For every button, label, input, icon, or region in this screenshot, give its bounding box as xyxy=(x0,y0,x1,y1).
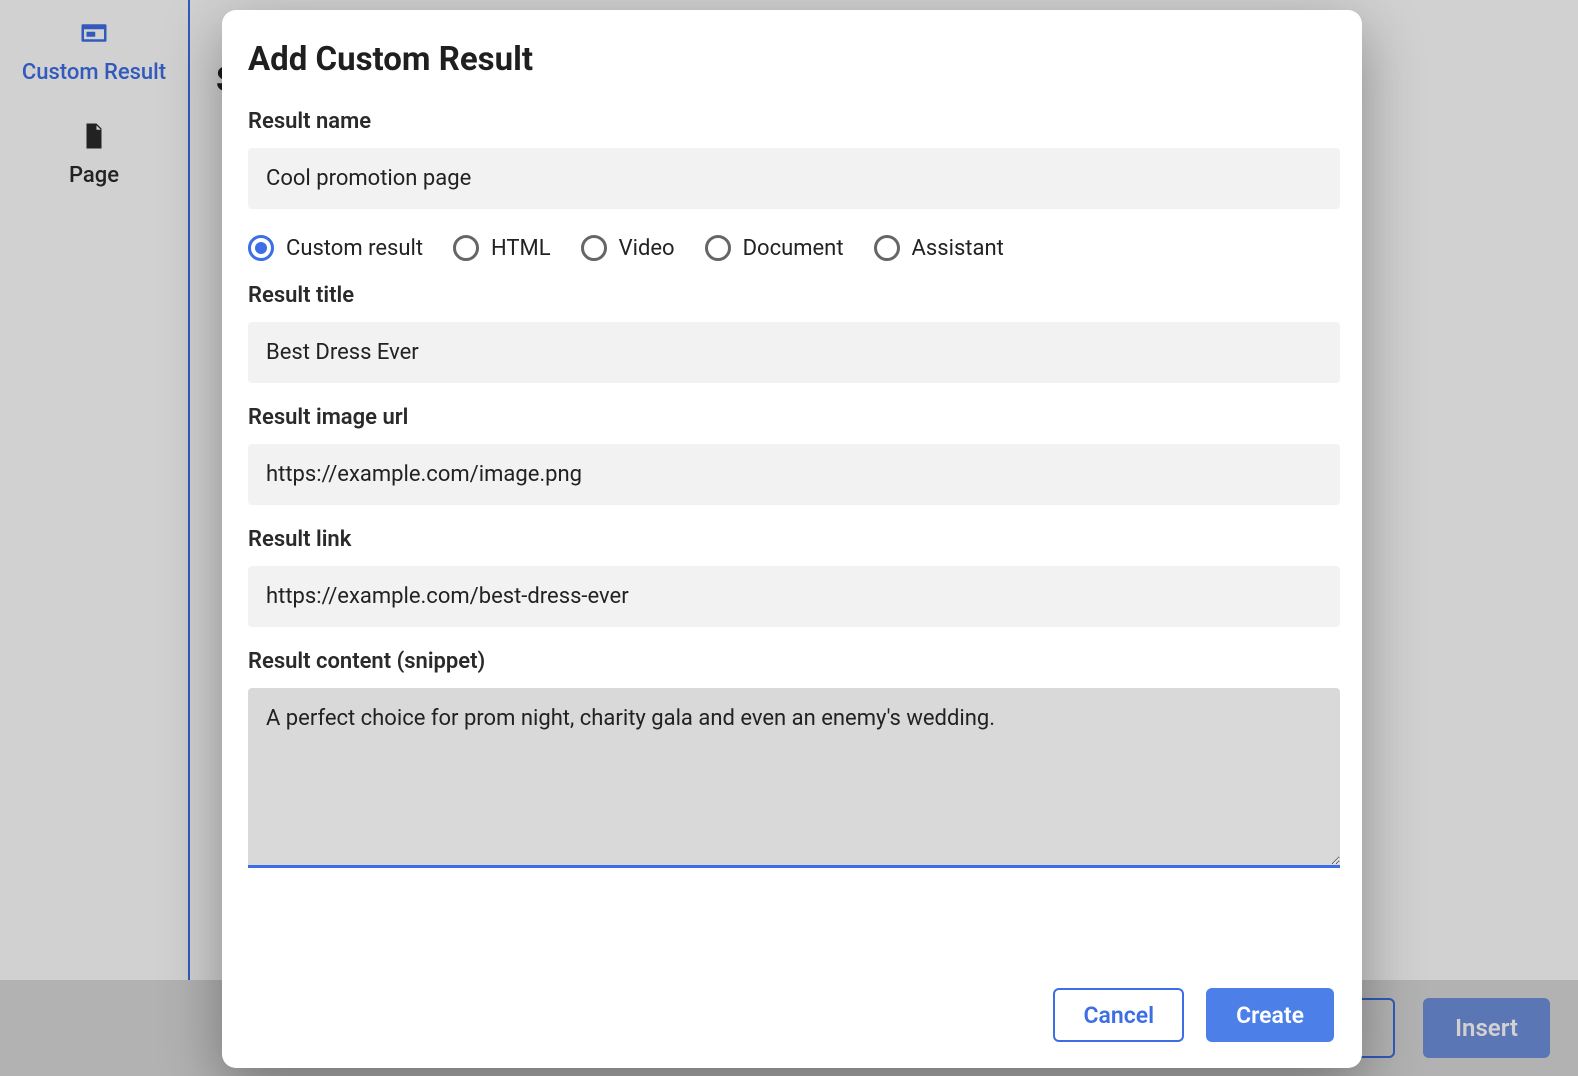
radio-label: Video xyxy=(619,236,675,261)
result-image-url-input[interactable] xyxy=(248,444,1340,505)
radio-icon xyxy=(453,235,479,261)
radio-icon xyxy=(874,235,900,261)
label-result-title: Result title xyxy=(248,283,1340,308)
radio-icon xyxy=(581,235,607,261)
radio-custom-result[interactable]: Custom result xyxy=(248,235,423,261)
result-type-radio-group: Custom result HTML Video Document Assist… xyxy=(248,235,1340,261)
radio-label: Assistant xyxy=(912,236,1004,261)
modal-footer: Cancel Create xyxy=(222,966,1362,1068)
label-result-image-url: Result image url xyxy=(248,405,1340,430)
radio-icon xyxy=(705,235,731,261)
add-custom-result-modal: Add Custom Result Result name Custom res… xyxy=(222,10,1362,1068)
result-link-input[interactable] xyxy=(248,566,1340,627)
radio-icon xyxy=(248,235,274,261)
modal-title: Add Custom Result xyxy=(248,40,1340,79)
result-name-input[interactable] xyxy=(248,148,1340,209)
create-button[interactable]: Create xyxy=(1206,988,1334,1042)
radio-document[interactable]: Document xyxy=(705,235,844,261)
radio-label: HTML xyxy=(491,236,551,261)
radio-assistant[interactable]: Assistant xyxy=(874,235,1004,261)
cancel-button[interactable]: Cancel xyxy=(1053,988,1184,1042)
label-result-content: Result content (snippet) xyxy=(248,649,1340,674)
modal-body: Add Custom Result Result name Custom res… xyxy=(222,10,1362,966)
radio-label: Document xyxy=(743,236,844,261)
radio-label: Custom result xyxy=(286,236,423,261)
label-result-link: Result link xyxy=(248,527,1340,552)
radio-html[interactable]: HTML xyxy=(453,235,551,261)
result-title-input[interactable] xyxy=(248,322,1340,383)
label-result-name: Result name xyxy=(248,109,1340,134)
radio-video[interactable]: Video xyxy=(581,235,675,261)
result-content-textarea[interactable] xyxy=(248,688,1340,868)
